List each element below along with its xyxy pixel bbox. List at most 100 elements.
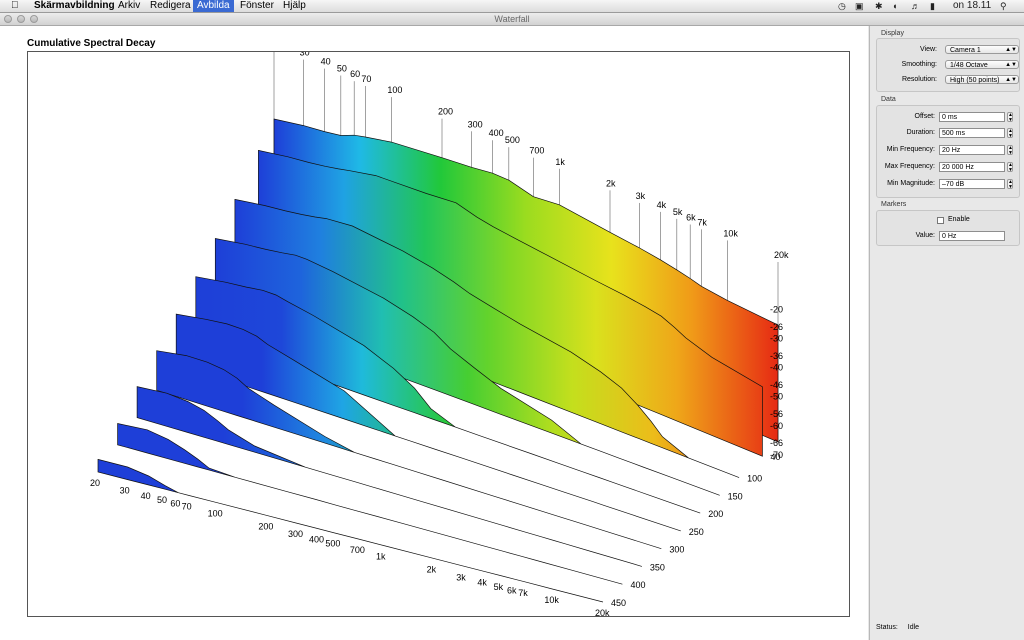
select-arrows-icon: ▲▼ — [1005, 47, 1017, 53]
chart-frame[interactable]: 2030405060701002003004005007001k2k3k4k5k… — [27, 35, 850, 618]
battery-icon[interactable]: ▮ — [930, 0, 935, 12]
back-x-tick-label: 200 — [438, 107, 453, 117]
back-x-tick-label: 400 — [489, 128, 504, 138]
magnitude-tick-label: -36 — [770, 351, 783, 361]
front-x-tick-label: 10k — [544, 595, 559, 605]
max-frequency-stepper[interactable]: ▲ ▼ — [1007, 162, 1013, 173]
marker-value-field[interactable]: 0 Hz — [939, 231, 1005, 241]
bluetooth-icon[interactable]: ✱ — [875, 0, 883, 12]
smoothing-label: Smoothing: — [901, 61, 937, 68]
front-x-tick-label: 20 — [90, 478, 100, 488]
duration-label: Duration: — [906, 129, 935, 136]
duration-stepper[interactable]: ▲ ▼ — [1007, 128, 1013, 139]
back-x-tick-label: 50 — [337, 64, 347, 74]
time-tick-label: 300 — [669, 545, 684, 555]
chart-title: Cumulative Spectral Decay — [27, 38, 156, 49]
front-x-tick-label: 300 — [288, 529, 303, 539]
time-tick-label: 200 — [708, 509, 723, 519]
settings-sidebar: Display View: Camera 1 ▲▼ Smoothing: 1/48… — [869, 26, 1024, 640]
chart-area: Cumulative Spectral Decay 20304050607010… — [0, 26, 868, 640]
window-titlebar: Waterfall — [0, 13, 1024, 26]
front-x-tick-label: 7k — [518, 588, 528, 598]
magnitude-tick-label: -66 — [770, 438, 783, 448]
magnitude-tick-label: -20 — [770, 305, 783, 315]
status-label: Status: — [876, 624, 898, 631]
front-x-tick-label: 200 — [258, 521, 273, 531]
back-x-tick-label: 2k — [606, 178, 616, 188]
front-x-tick-label: 30 — [120, 486, 130, 496]
view-label: View: — [920, 46, 937, 53]
back-x-tick-label: 10k — [723, 228, 738, 238]
front-x-tick-label: 1k — [376, 552, 386, 562]
back-x-tick-label: 70 — [361, 74, 371, 84]
time-tick-label: 100 — [747, 474, 762, 484]
menu-item-avbilda[interactable]: Avbilda — [193, 0, 234, 12]
select-arrows-icon: ▲▼ — [1005, 77, 1017, 83]
markers-group: Enable Value: 0 Hz — [876, 210, 1020, 246]
volume-icon[interactable]: ♬ — [911, 0, 920, 12]
front-x-tick-label: 5k — [494, 582, 504, 592]
menu-clock[interactable]: on 18.11 — [953, 0, 991, 12]
spectral-slice — [136, 386, 642, 567]
menu-item-arkiv[interactable]: Arkiv — [114, 0, 144, 12]
front-x-tick-label: 40 — [141, 491, 151, 501]
magnitude-tick-label: -56 — [770, 409, 783, 419]
select-arrows-icon: ▲▼ — [1005, 62, 1017, 68]
spotlight-search-icon[interactable]: ⚲ — [1000, 0, 1007, 12]
waterfall-plot: 2030405060701002003004005007001k2k3k4k5k… — [90, 35, 789, 618]
magnitude-tick-label: -50 — [770, 392, 783, 402]
magnitude-tick-label: -46 — [770, 380, 783, 390]
menu-item-fonster[interactable]: Fönster — [236, 0, 278, 12]
smoothing-select[interactable]: 1/48 Octave ▲▼ — [945, 60, 1019, 69]
enable-markers-checkbox[interactable] — [937, 217, 944, 224]
magnitude-tick-label: -60 — [770, 421, 783, 431]
offset-label: Offset: — [914, 113, 936, 120]
back-x-tick-label: 40 — [321, 57, 331, 67]
offset-field[interactable]: 0 ms — [939, 112, 1005, 122]
back-x-tick-label: 4k — [657, 200, 667, 210]
front-x-tick-label: 50 — [157, 495, 167, 505]
magnitude-tick-label: -26 — [770, 322, 783, 332]
wifi-icon[interactable]: ◖ — [892, 0, 897, 12]
duration-field[interactable]: 500 ms — [939, 128, 1005, 138]
back-x-tick-label: 100 — [387, 85, 402, 95]
back-x-tick-label: 5k — [673, 207, 683, 217]
marker-value-label: Value: — [915, 232, 935, 239]
menu-item-hjalp[interactable]: Hjälp — [279, 0, 310, 12]
back-x-tick-label: 20k — [774, 250, 789, 260]
data-group: Offset: 0 ms ▲ ▼ Duration: 500 ms ▲ ▼ Min … — [876, 105, 1020, 198]
front-x-tick-label: 100 — [208, 508, 223, 518]
back-x-tick-label: 500 — [505, 135, 520, 145]
min-magnitude-field[interactable]: –70 dB — [939, 179, 1005, 189]
display-icon[interactable]: ▣ — [855, 0, 864, 12]
menu-item-redigera[interactable]: Redigera — [146, 0, 195, 12]
view-select[interactable]: Camera 1 ▲▼ — [945, 45, 1019, 54]
max-frequency-field[interactable]: 20 000 Hz — [939, 162, 1005, 172]
min-frequency-label: Min Frequency: — [886, 146, 935, 153]
spectral-slice — [117, 423, 623, 585]
display-group-title: Display — [881, 30, 904, 37]
enable-label: Enable — [948, 216, 970, 223]
front-x-tick-label: 60 — [170, 499, 180, 509]
back-x-tick-label: 1k — [555, 157, 565, 167]
time-tick-label: 400 — [630, 580, 645, 590]
back-x-tick-label: 3k — [636, 191, 646, 201]
min-frequency-field[interactable]: 20 Hz — [939, 145, 1005, 155]
menu-bar:  Skärmavbildning Arkiv Redigera Avbilda… — [0, 0, 1024, 13]
time-machine-icon[interactable]: ◷ — [838, 0, 846, 12]
min-frequency-stepper[interactable]: ▲ ▼ — [1007, 145, 1013, 156]
magnitude-tick-label: -30 — [770, 334, 783, 344]
offset-stepper[interactable]: ▲ ▼ — [1007, 112, 1013, 123]
front-x-tick-label: 20k — [595, 608, 610, 616]
back-x-tick-label: 7k — [697, 217, 707, 227]
magnitude-tick-label: -40 — [770, 363, 783, 373]
front-x-tick-label: 2k — [427, 565, 437, 575]
menu-app-name[interactable]: Skärmavbildning — [30, 0, 119, 12]
display-group: View: Camera 1 ▲▼ Smoothing: 1/48 Octave ▲… — [876, 38, 1020, 92]
status-value: Idle — [907, 624, 920, 631]
time-tick-label: 150 — [728, 491, 743, 501]
apple-menu-icon[interactable]:  — [11, 0, 19, 12]
min-magnitude-stepper[interactable]: ▲ ▼ — [1007, 179, 1013, 190]
resolution-select[interactable]: High (50 points) ▲▼ — [945, 75, 1019, 84]
front-x-tick-label: 4k — [477, 578, 487, 588]
